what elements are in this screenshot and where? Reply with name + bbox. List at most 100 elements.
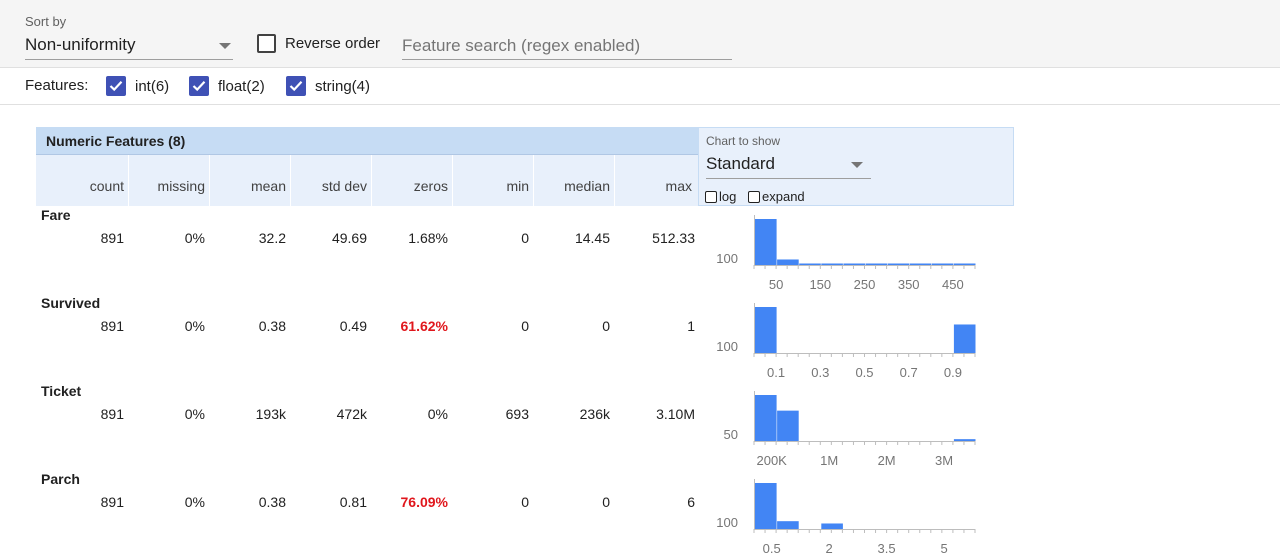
column-divider [209, 155, 210, 206]
feature-name: Survived [41, 295, 101, 311]
histogram-bar[interactable] [953, 263, 976, 266]
cell-std-dev: 0.49 [339, 318, 367, 334]
filter-float-checkbox[interactable]: float(2) [189, 76, 265, 96]
x-tick-label: 2 [826, 541, 833, 556]
histogram-bar[interactable] [909, 263, 932, 266]
chart-to-show-label: Chart to show [706, 134, 781, 148]
histogram-bar[interactable] [777, 410, 799, 441]
histogram-bar[interactable] [777, 259, 799, 265]
x-tick-label: 0.3 [811, 365, 829, 380]
histogram-bar[interactable] [799, 263, 821, 266]
cell-median: 0 [602, 494, 610, 510]
x-tick-label: 5 [940, 541, 947, 556]
x-tick-label: 50 [769, 277, 783, 292]
cell-max: 512.33 [652, 230, 695, 246]
chart-type-dropdown[interactable]: Standard [706, 152, 871, 179]
histogram-bar[interactable] [755, 483, 777, 529]
x-tick-label: 350 [898, 277, 920, 292]
y-axis-label: 100 [716, 515, 738, 530]
filter-string-checkbox[interactable]: string(4) [286, 76, 370, 96]
cell-std-dev: 49.69 [331, 230, 367, 246]
column-divider [452, 155, 453, 206]
histogram-bar[interactable] [843, 263, 865, 266]
histogram-bar[interactable] [931, 263, 954, 266]
cell-missing: 0% [184, 318, 205, 334]
histogram-bar[interactable] [887, 263, 910, 266]
x-tick-label: 0.7 [900, 365, 918, 380]
log-label: log [719, 189, 737, 204]
cell-count: 891 [100, 318, 124, 334]
column-header-mean[interactable]: mean [251, 178, 286, 194]
feature-name: Fare [41, 207, 71, 223]
features-label: Features: [25, 77, 89, 94]
column-header-count[interactable]: count [90, 178, 124, 194]
column-header-max[interactable]: max [666, 178, 692, 194]
cell-count: 891 [100, 494, 124, 510]
table-row: Ticket 891 0% 193k 472k 0% 693 236k 3.10M [36, 383, 698, 471]
log-scale-checkbox[interactable]: log [705, 189, 736, 204]
x-tick-label: 0.9 [944, 365, 962, 380]
histogram-bar[interactable] [755, 219, 777, 265]
cell-min: 0 [521, 494, 529, 510]
histogram-bar[interactable] [777, 521, 799, 529]
histogram-bar[interactable] [821, 263, 843, 266]
cell-std-dev: 472k [336, 406, 367, 422]
checkmark-icon [189, 76, 209, 96]
histogram-bar[interactable] [755, 395, 777, 441]
cell-count: 891 [100, 406, 124, 422]
cell-zeros: 1.68% [408, 230, 448, 246]
reverse-order-checkbox[interactable]: Reverse order [257, 34, 380, 53]
column-divider [614, 155, 615, 206]
cell-median: 14.45 [574, 230, 610, 246]
x-tick-label: 0.5 [855, 365, 873, 380]
cell-count: 891 [100, 230, 124, 246]
feature-search-input[interactable] [402, 32, 732, 60]
cell-mean: 32.2 [258, 230, 286, 246]
chart-options-panel: Chart to show Standard log expand [698, 127, 1014, 206]
cell-median: 0 [602, 318, 610, 334]
filter-string-label: string(4) [315, 77, 371, 95]
cell-max: 3.10M [656, 406, 695, 422]
column-divider [371, 155, 372, 206]
checkbox-unchecked-icon [748, 190, 760, 203]
column-header-missing[interactable]: missing [158, 178, 205, 194]
column-header-min[interactable]: min [506, 178, 529, 194]
feature-name: Ticket [41, 383, 82, 399]
feature-name: Parch [41, 471, 80, 487]
column-header-std-dev[interactable]: std dev [322, 178, 367, 194]
expand-checkbox[interactable]: expand [748, 189, 805, 204]
cell-zeros: 0% [427, 406, 448, 422]
chevron-down-icon [219, 43, 231, 49]
histogram-bar[interactable] [953, 439, 976, 441]
histogram-bar[interactable] [865, 263, 888, 266]
reverse-order-label: Reverse order [285, 35, 381, 52]
histogram: 100 0.5 2 3.5 5 [704, 475, 994, 559]
cell-missing: 0% [184, 406, 205, 422]
cell-mean: 0.38 [258, 494, 286, 510]
filter-int-checkbox[interactable]: int(6) [106, 76, 169, 96]
chevron-down-icon [851, 162, 863, 168]
sort-by-dropdown[interactable]: Non-uniformity [25, 34, 233, 60]
x-tick-label: 3M [935, 453, 953, 468]
column-divider [128, 155, 129, 206]
checkbox-unchecked-icon [257, 34, 276, 53]
column-header-median[interactable]: median [564, 178, 610, 194]
controls-bar: Sort by Non-uniformity Reverse order [0, 0, 1280, 68]
filter-float-label: float(2) [218, 77, 265, 95]
table-row: Survived 891 0% 0.38 0.49 61.62% 0 0 1 [36, 295, 698, 383]
cell-min: 0 [521, 230, 529, 246]
expand-label: expand [762, 189, 805, 204]
cell-min: 693 [505, 406, 529, 422]
column-header-zeros[interactable]: zeros [414, 178, 448, 194]
histogram-bar[interactable] [755, 307, 777, 353]
x-tick-label: 250 [854, 277, 876, 292]
checkbox-unchecked-icon [705, 190, 717, 203]
x-tick-label: 150 [809, 277, 831, 292]
numeric-features-header: Numeric Features (8) count missing mean … [36, 127, 698, 206]
cell-min: 0 [521, 318, 529, 334]
histogram-bar[interactable] [953, 324, 976, 353]
x-tick-label: 2M [878, 453, 896, 468]
histogram-svg: 100 0.1 0.3 0.5 0.7 0.9 [716, 303, 976, 380]
histogram: 50 200K 1M 2M 3M [704, 387, 994, 471]
histogram-bar[interactable] [821, 523, 843, 529]
